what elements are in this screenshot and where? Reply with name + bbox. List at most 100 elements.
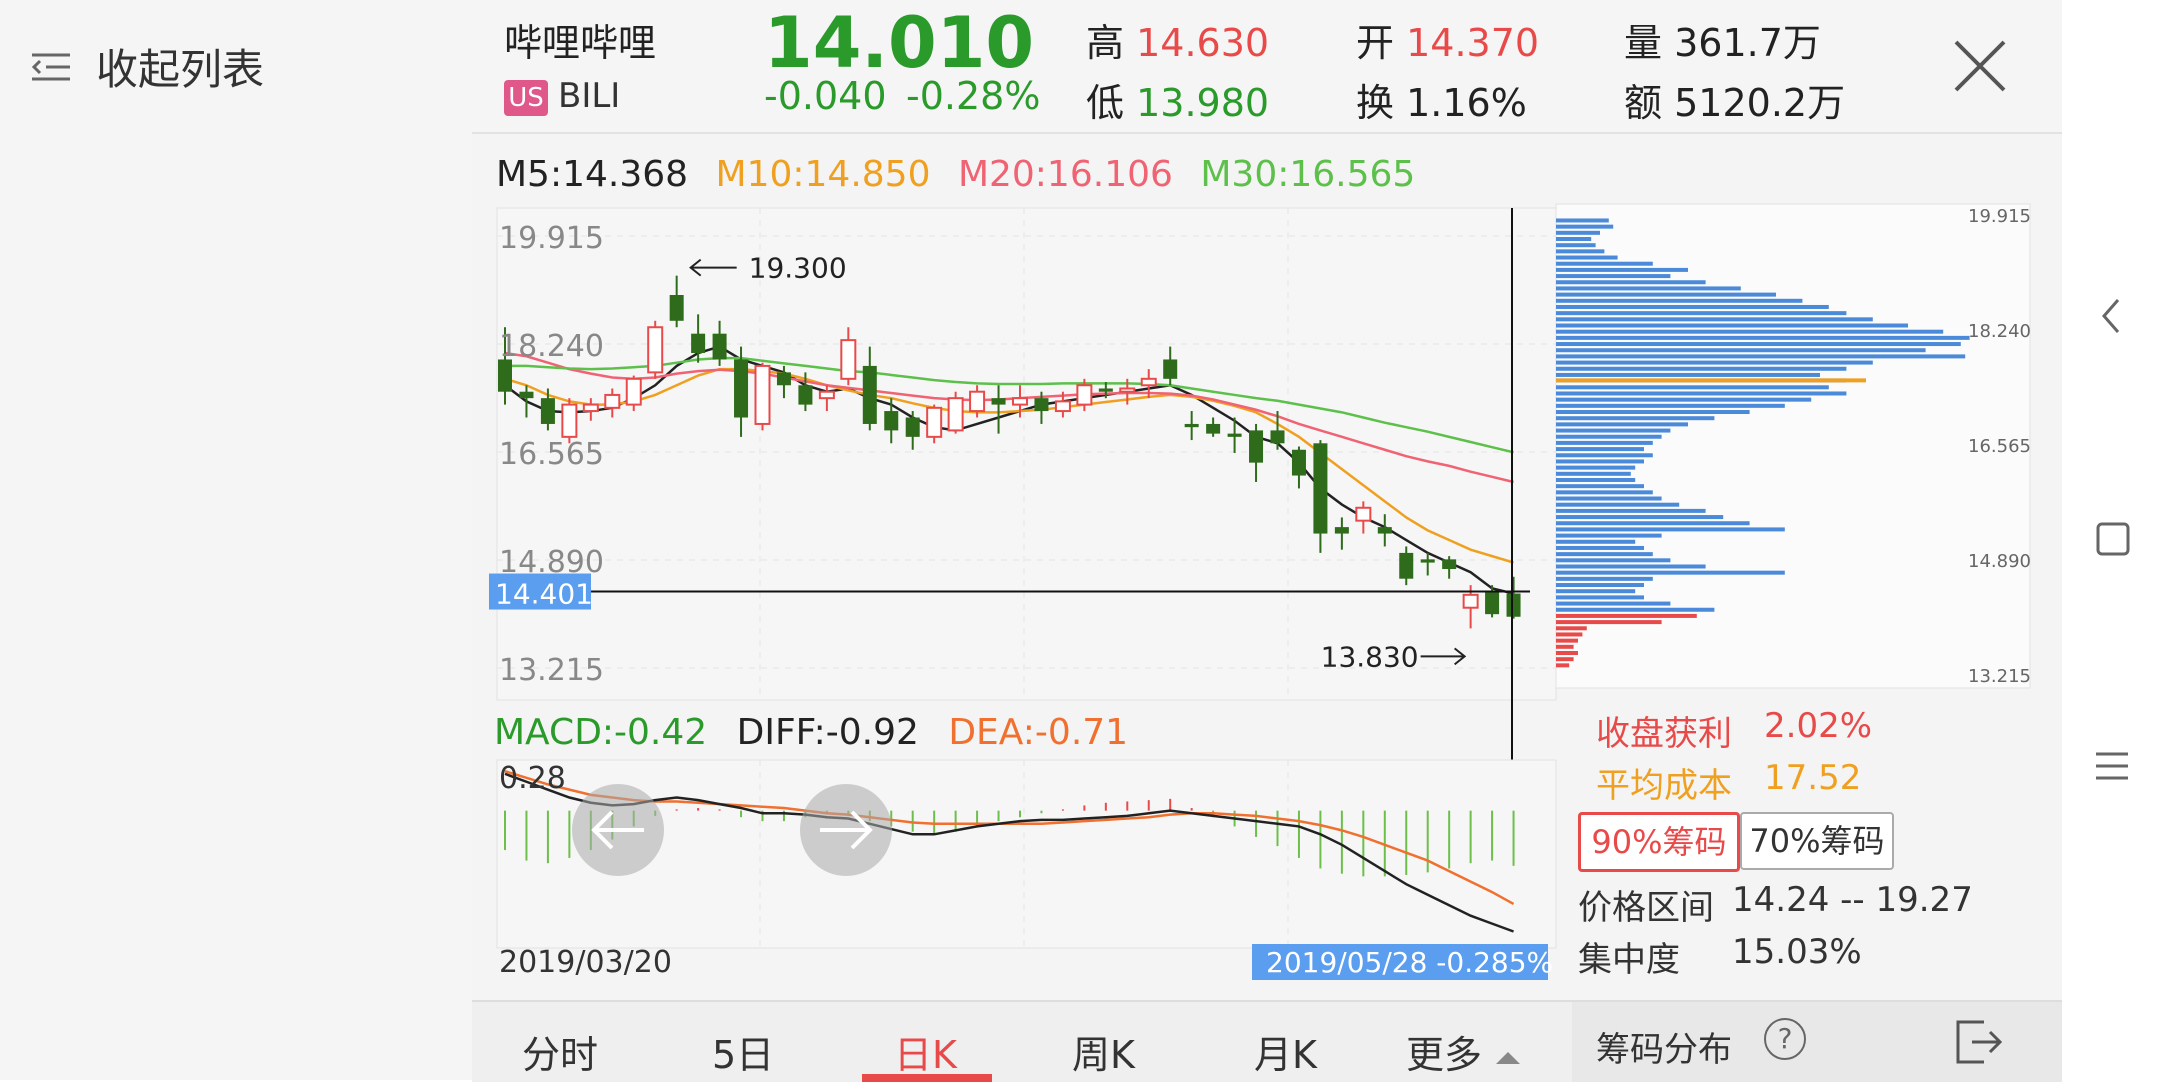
candle-body [1377,527,1392,534]
chip-bar [1556,471,1631,476]
chip-bar [1556,545,1644,550]
x-end-date: 2019/05/28 -0.285% [1266,946,1553,979]
tab-weekly-k[interactable]: 周K [1072,1024,1135,1079]
candle-body [1163,359,1178,379]
tab-intraday[interactable]: 分时 [522,1024,598,1079]
candle-body [498,359,512,392]
high-annotation: 19.300 [749,252,847,285]
caret-up-icon [1496,1052,1521,1064]
chip-bar [1556,335,1970,340]
candle-body [1076,384,1093,406]
candle-body [1420,559,1435,563]
chip-bar [1556,311,1847,316]
chip-bar [1556,391,1847,396]
tab-5day[interactable]: 5日 [712,1024,774,1079]
candle-body [1462,593,1479,609]
recent-apps-icon[interactable] [2082,746,2142,786]
help-icon[interactable]: ? [1764,1018,1806,1060]
candle-body [519,391,534,399]
chip-90-button[interactable]: 90%筹码 [1578,812,1740,872]
chip-bar [1556,249,1605,254]
candle-body [582,403,599,413]
chip-bar [1556,564,1706,569]
candle-body [1291,449,1306,476]
home-icon[interactable] [2082,520,2142,560]
chip-bar [1556,496,1662,501]
chip-bar [1556,342,1961,347]
chip-bar [1556,490,1653,495]
candle-body [625,377,642,406]
chip-bar [1556,317,1873,322]
chip-bar [1556,459,1644,464]
tab-daily-k[interactable]: 日K [894,1024,957,1079]
candle-body [1184,423,1199,428]
crosshair-price-label: 14.401 [495,578,593,611]
chip-bar [1556,218,1609,223]
profit-label: 收盘获利 [1596,714,1732,754]
candle-body [669,294,684,321]
chip-bar [1556,570,1785,575]
chip-price-tick: 13.215 [1968,666,2031,687]
chip-bar [1556,292,1776,297]
arrow-left-icon [591,810,644,850]
range-label: 价格区间 [1578,888,1714,928]
chip-bar [1556,416,1715,421]
avg-cost-value: 17.52 [1764,758,1862,798]
profit-value: 2.02% [1764,706,1873,746]
candle-body [1119,387,1136,393]
candle-body [818,390,835,400]
chip-bar [1556,644,1574,649]
candle-body [991,398,1006,405]
chip-bar [1556,595,1644,600]
chip-bar [1556,607,1715,612]
low-annotation: 13.830 [1321,640,1419,673]
candle-body [884,411,899,431]
chip-bar [1556,447,1644,452]
chip-bar [1556,397,1812,402]
chip-distribution-label: 筹码分布 [1596,1030,1732,1070]
candle-body [712,333,727,360]
exit-fullscreen-icon[interactable] [1954,1018,2006,1066]
tab-more[interactable]: 更多 [1406,1024,1522,1079]
chip-bar [1556,255,1618,260]
chip-bar [1556,329,1944,334]
price-tick-label: 18.240 [499,329,604,364]
system-nav-bar [2062,0,2160,1080]
macd-value: MACD:-0.42 [494,712,708,753]
candle-body [840,339,857,380]
tab-monthly-k[interactable]: 月K [1254,1024,1317,1079]
chip-bar [1556,484,1644,489]
candle-body [1334,527,1349,534]
prev-period-button[interactable] [572,784,664,876]
price-tick-label: 19.915 [499,221,604,256]
chip-bar [1556,274,1671,279]
chip-bar [1556,527,1785,532]
chip-bar [1556,440,1653,445]
x-start-date: 2019/03/20 [499,945,672,980]
next-period-button[interactable] [800,784,892,876]
candle-body [1054,400,1071,413]
chip-bar [1556,539,1636,544]
chip-bar [1556,360,1873,365]
candle-body [862,365,877,424]
candle-body [798,385,813,405]
candle-body [754,364,771,425]
candle-body [1485,591,1500,615]
back-icon[interactable] [2082,296,2142,336]
chip-bar [1556,385,1829,390]
chip-bar [1556,243,1596,248]
candle-body [1249,430,1264,463]
price-tick-label: 13.215 [499,653,604,688]
chip-bar [1556,626,1587,631]
chip-bar [1556,428,1671,433]
dea-value: DEA:-0.71 [948,712,1129,753]
chip-bar [1556,298,1803,303]
chip-bar [1556,372,1820,377]
candle-body [1399,552,1414,579]
candle-body [1206,423,1221,434]
chip-price-tick: 18.240 [1968,321,2031,342]
candle-body [1098,388,1113,392]
chip-70-button[interactable]: 70%筹码 [1740,812,1894,870]
candle-body [561,403,578,438]
candle-body [1140,377,1157,387]
